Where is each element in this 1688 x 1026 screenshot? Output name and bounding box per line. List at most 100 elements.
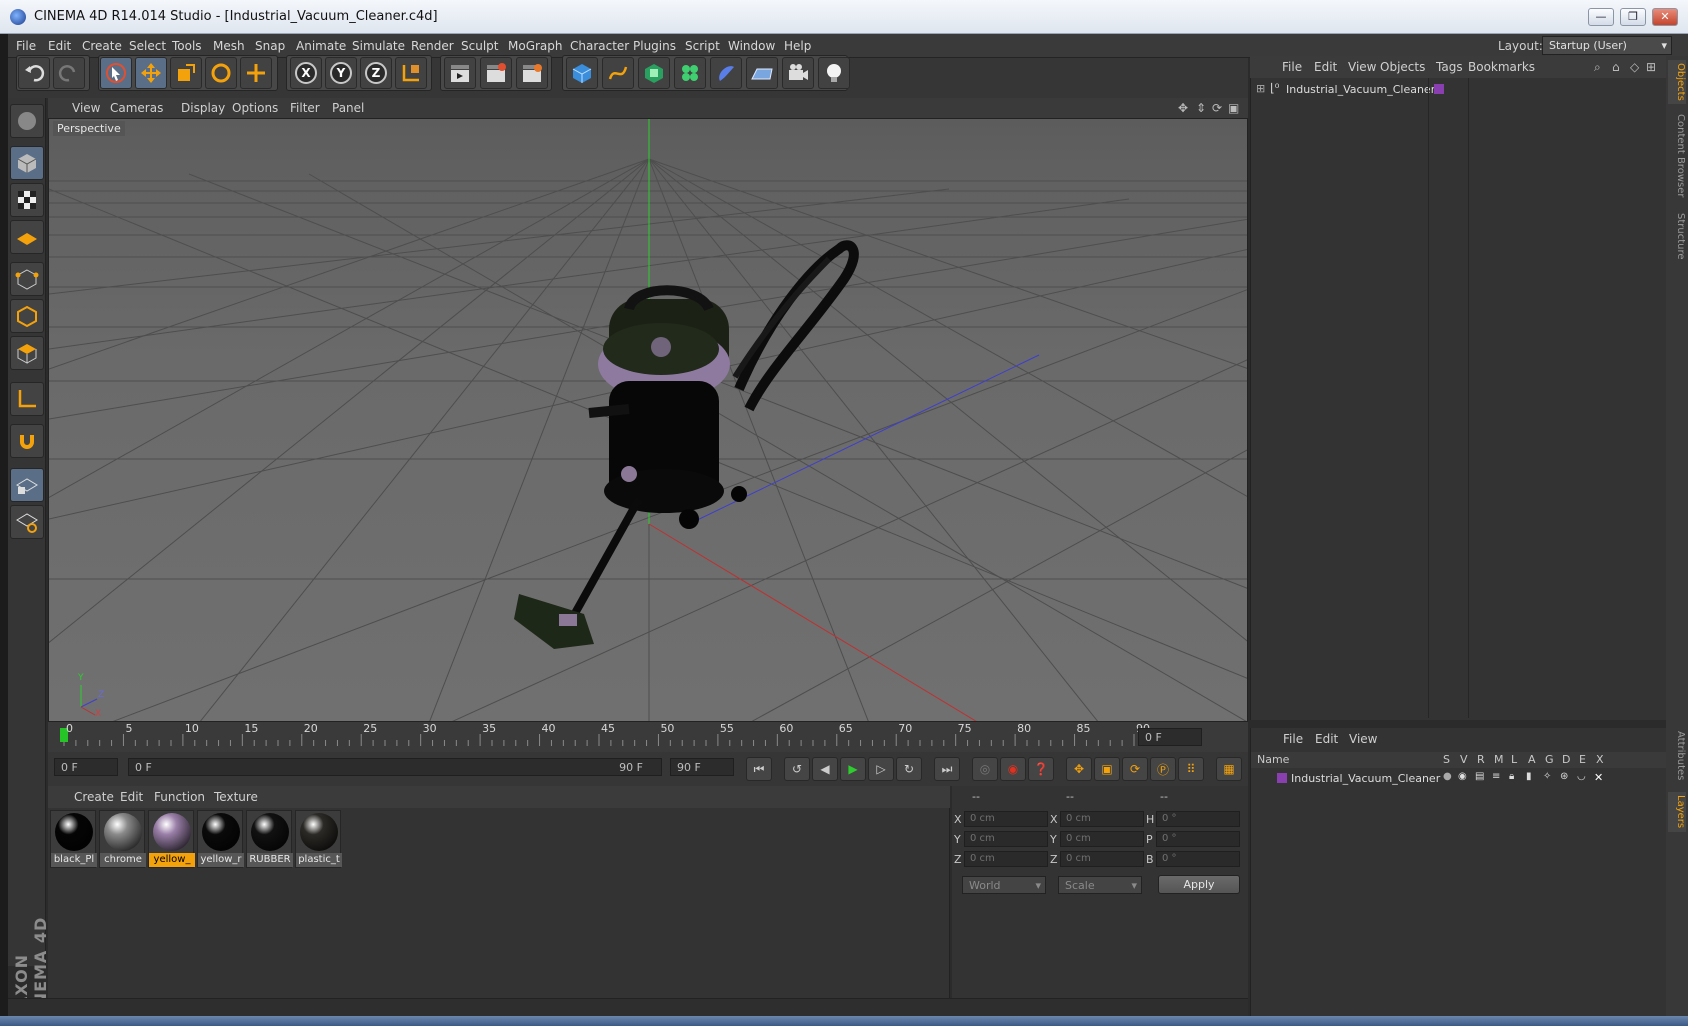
viewport-menu-display[interactable]: Display: [181, 101, 225, 115]
object-menu-file[interactable]: File: [1282, 60, 1302, 74]
menu-window[interactable]: Window: [728, 39, 775, 53]
points-mode-button[interactable]: [10, 262, 44, 296]
z-axis-lock-button[interactable]: Z: [360, 57, 392, 89]
generator-icon[interactable]: ✧: [1543, 771, 1551, 782]
workplane-mode-button[interactable]: [10, 220, 44, 254]
render-picture-viewer-button[interactable]: [480, 57, 512, 89]
menu-edit[interactable]: Edit: [48, 39, 71, 53]
redo-button[interactable]: [53, 57, 85, 89]
previous-key-button[interactable]: ↺: [784, 757, 810, 781]
timeline-window-button[interactable]: ▦: [1216, 757, 1242, 781]
rotation-p-field[interactable]: 0 °: [1156, 831, 1240, 847]
new-window-icon[interactable]: ⊞: [1646, 60, 1656, 74]
viewport-menu-cameras[interactable]: Cameras: [110, 101, 163, 115]
menu-render[interactable]: Render: [411, 39, 454, 53]
material-swatch[interactable]: black_Pl: [50, 810, 97, 868]
layer-menu-view[interactable]: View: [1349, 732, 1377, 746]
tab-layers[interactable]: Layers: [1668, 792, 1686, 832]
menu-character[interactable]: Character: [570, 39, 629, 53]
tab-attributes[interactable]: Attributes: [1668, 726, 1686, 786]
object-menu-edit[interactable]: Edit: [1314, 60, 1337, 74]
go-to-start-button[interactable]: ⏮: [746, 757, 772, 781]
material-swatch[interactable]: RUBBER: [246, 810, 293, 868]
live-selection-button[interactable]: [100, 57, 132, 89]
menu-select[interactable]: Select: [129, 39, 166, 53]
viewport-rotate-icon[interactable]: ⟳: [1212, 101, 1222, 115]
deformer-toggle-icon[interactable]: ⊛: [1560, 771, 1568, 782]
expression-icon[interactable]: ◡: [1577, 771, 1586, 782]
autokey-button[interactable]: ◉: [1000, 757, 1026, 781]
menu-create[interactable]: Create: [82, 39, 122, 53]
render-settings-button[interactable]: [516, 57, 548, 89]
layer-col-e[interactable]: E: [1579, 753, 1586, 766]
add-light-button[interactable]: [818, 57, 850, 89]
menu-sculpt[interactable]: Sculpt: [461, 39, 498, 53]
position-z-field[interactable]: 0 cm: [964, 851, 1048, 867]
object-menu-tags[interactable]: Tags: [1436, 60, 1463, 74]
add-spline-button[interactable]: [602, 57, 634, 89]
add-cube-button[interactable]: [566, 57, 598, 89]
maximize-button[interactable]: ❐: [1620, 8, 1646, 26]
rotation-key-button[interactable]: ⟳: [1122, 757, 1148, 781]
layer-col-d[interactable]: D: [1562, 753, 1570, 766]
tab-structure[interactable]: Structure: [1668, 208, 1686, 264]
coordinate-space-dropdown[interactable]: World ▾: [962, 876, 1046, 894]
close-button[interactable]: ✕: [1652, 8, 1678, 26]
tab-content-browser[interactable]: Content Browser: [1668, 110, 1686, 202]
apply-button[interactable]: Apply: [1158, 875, 1240, 894]
move-tool-button[interactable]: [135, 57, 167, 89]
vacuum-cleaner-model[interactable]: [514, 240, 859, 649]
edges-mode-button[interactable]: [10, 299, 44, 333]
axis-mode-button[interactable]: [10, 382, 44, 416]
add-mograph-button[interactable]: [674, 57, 706, 89]
search-icon[interactable]: ⌕: [1594, 60, 1601, 75]
lock-icon[interactable]: 🔒︎: [1509, 771, 1514, 782]
layer-menu-edit[interactable]: Edit: [1315, 732, 1338, 746]
layer-col-v[interactable]: V: [1460, 753, 1468, 766]
rotation-h-field[interactable]: 0 °: [1156, 811, 1240, 827]
object-menu-bookmarks[interactable]: Bookmarks: [1468, 60, 1535, 74]
size-x-field[interactable]: 0 cm: [1060, 811, 1144, 827]
layer-row[interactable]: Industrial_Vacuum_Cleaner ● ◉ ▤ ≡ 🔒︎ ▮ ✧…: [1251, 770, 1667, 788]
add-nurbs-button[interactable]: [638, 57, 670, 89]
material-swatch[interactable]: yellow_r: [197, 810, 244, 868]
viewport-menu-panel[interactable]: Panel: [332, 101, 364, 115]
current-frame-field[interactable]: 0 F: [1138, 728, 1202, 746]
viewport-maximize-icon[interactable]: ▣: [1228, 101, 1239, 115]
texture-mode-button[interactable]: [10, 183, 44, 217]
rotation-b-field[interactable]: 0 °: [1156, 851, 1240, 867]
solo-icon[interactable]: ●: [1443, 771, 1452, 782]
size-z-field[interactable]: 0 cm: [1060, 851, 1144, 867]
menu-help[interactable]: Help: [784, 39, 811, 53]
home-icon[interactable]: ⌂: [1612, 60, 1620, 74]
menu-animate[interactable]: Animate: [296, 39, 346, 53]
viewport-menu-options[interactable]: Options: [232, 101, 278, 115]
add-camera-button[interactable]: [782, 57, 814, 89]
position-y-field[interactable]: 0 cm: [964, 831, 1048, 847]
collapse-icon[interactable]: ◇: [1630, 60, 1639, 74]
model-mode-button[interactable]: [10, 146, 44, 180]
menu-tools[interactable]: Tools: [172, 39, 202, 53]
planar-workplane-button[interactable]: [10, 505, 44, 539]
timeline-ruler[interactable]: 051015202530354045505560657075808590 0 F: [48, 722, 1248, 752]
size-mode-dropdown[interactable]: Scale ▾: [1058, 876, 1142, 894]
material-tag-icon[interactable]: [1434, 84, 1444, 94]
recent-tool-button[interactable]: [240, 57, 272, 89]
menu-simulate[interactable]: Simulate: [352, 39, 405, 53]
material-swatch[interactable]: plastic_t: [295, 810, 342, 868]
viewport-zoom-icon[interactable]: ⇕: [1196, 101, 1206, 115]
previous-frame-button[interactable]: ◀: [812, 757, 838, 781]
viewport-menu-view[interactable]: View: [72, 101, 100, 115]
scale-tool-button[interactable]: [170, 57, 202, 89]
menu-plugins[interactable]: Plugins: [633, 39, 676, 53]
perspective-viewport[interactable]: Perspective Y Z X: [48, 118, 1248, 722]
make-editable-button[interactable]: [10, 104, 44, 138]
play-button[interactable]: ▶: [840, 757, 866, 781]
add-deformer-button[interactable]: [710, 57, 742, 89]
position-key-button[interactable]: ✥: [1066, 757, 1092, 781]
menu-snap[interactable]: Snap: [255, 39, 285, 53]
viewport-move-icon[interactable]: ✥: [1178, 101, 1188, 115]
coordinate-system-button[interactable]: [395, 57, 427, 89]
material-menu-function[interactable]: Function: [154, 790, 205, 804]
keyframe-selection-button[interactable]: ❓: [1028, 757, 1054, 781]
